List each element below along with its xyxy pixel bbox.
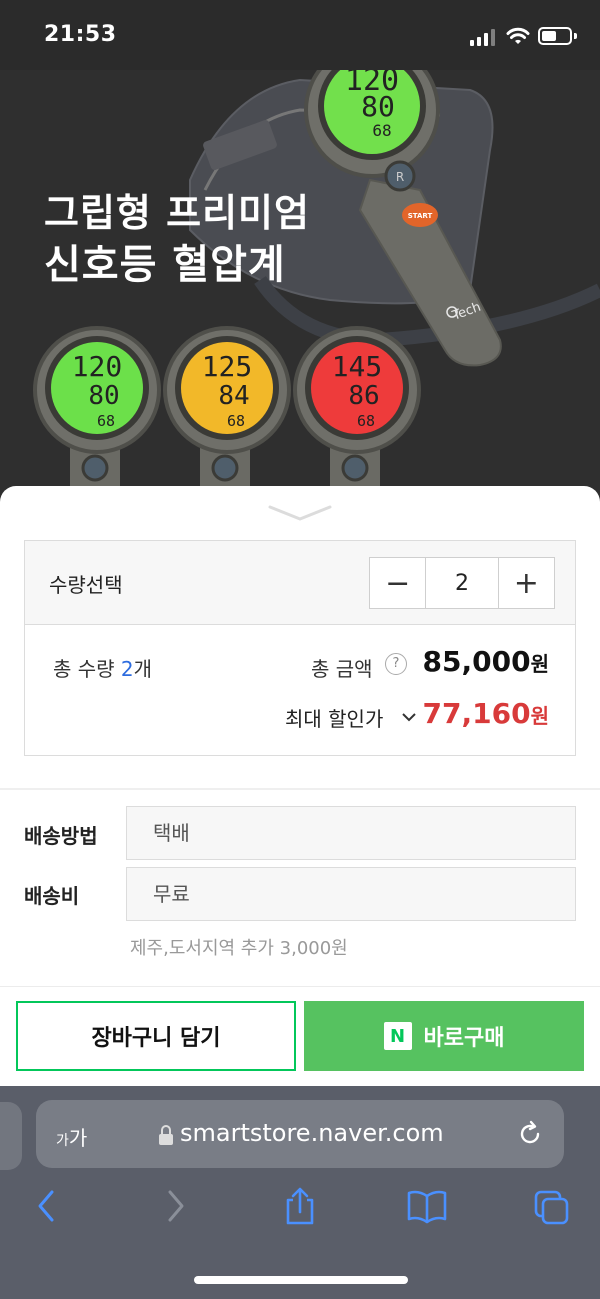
naver-n-icon: N — [383, 1022, 412, 1050]
total-quantity-prefix: 총 수량 — [53, 657, 121, 681]
quantity-minus-button[interactable]: − — [370, 558, 425, 608]
quantity-label: 수량선택 — [49, 573, 123, 597]
display-green-pulse: 68 — [97, 412, 115, 430]
share-icon[interactable] — [282, 1186, 318, 1226]
display-green-sys: 120 — [72, 350, 123, 383]
back-icon[interactable] — [28, 1186, 64, 1226]
display-red-pulse: 68 — [357, 412, 375, 430]
quantity-row: 수량선택 − 2 + — [25, 541, 575, 625]
reload-icon[interactable] — [516, 1120, 544, 1148]
home-indicator — [194, 1276, 408, 1284]
display-red-dia: 86 — [348, 381, 379, 411]
section-divider — [0, 788, 600, 790]
buy-now-label: 바로구매 — [423, 1026, 505, 1051]
cellular-signal-icon — [470, 28, 496, 46]
text-size-large: 가 — [68, 1126, 88, 1150]
shipping-fee-field: 무료 — [126, 867, 576, 921]
shipping-note: 제주,도서지역 추가 3,000원 — [130, 938, 348, 959]
main-display-dia: 80 — [361, 90, 395, 123]
total-quantity-suffix: 개 — [133, 657, 153, 681]
quantity-plus-button[interactable]: + — [499, 558, 554, 608]
display-red-sys: 145 — [332, 350, 383, 383]
forward-icon[interactable] — [158, 1186, 194, 1226]
display-green: 120 80 68 — [33, 326, 161, 500]
help-icon[interactable]: ? — [385, 653, 407, 675]
max-discount-label[interactable]: 최대 할인가 — [285, 703, 383, 732]
product-banner-image: 120 80 68 R START Tech 120 80 68 125 84 … — [0, 70, 600, 500]
display-yellow-sys: 125 — [202, 350, 253, 383]
main-display-pulse: 68 — [372, 121, 391, 140]
action-bar: 장바구니 담기 N 바로구매 — [0, 986, 600, 1086]
quantity-summary-box: 수량선택 − 2 + 총 수량 2개 총 금액 ? 85,000원 최대 할인가… — [24, 540, 576, 756]
previous-tab-peek[interactable] — [0, 1102, 22, 1170]
shipping-method-field: 택배 — [126, 806, 576, 860]
total-amount-label: 총 금액 — [311, 657, 373, 681]
collapse-chevron-icon[interactable] — [268, 504, 332, 522]
banner-headline-line1: 그립형 프리미엄 — [44, 191, 310, 235]
address-bar[interactable]: 가가 smartstore.naver.com — [36, 1100, 564, 1168]
device-start-label: START — [408, 212, 433, 220]
status-time: 21:53 — [44, 22, 117, 47]
chevron-down-icon[interactable] — [401, 711, 417, 723]
purchase-option-sheet: 수량선택 − 2 + 총 수량 2개 총 금액 ? 85,000원 최대 할인가… — [0, 486, 600, 1086]
lock-icon — [159, 1125, 173, 1145]
banner-headline-line2: 신호등 혈압계 — [44, 242, 286, 288]
quantity-value[interactable]: 2 — [425, 558, 499, 608]
display-green-dia: 80 — [88, 381, 119, 411]
discount-price-value: 77,160 — [422, 697, 531, 730]
bookmarks-icon[interactable] — [406, 1186, 448, 1226]
tabs-icon[interactable] — [534, 1186, 570, 1226]
battery-tip — [574, 33, 577, 39]
total-amount-currency: 원 — [530, 652, 549, 676]
display-yellow: 125 84 68 — [163, 326, 291, 500]
browser-chrome: 가가 smartstore.naver.com — [0, 1086, 600, 1299]
display-red: 145 86 68 — [293, 326, 421, 500]
add-to-cart-label: 장바구니 담기 — [91, 1026, 221, 1051]
quantity-stepper: − 2 + — [369, 557, 555, 609]
shipping-method-label: 배송방법 — [24, 824, 98, 848]
display-yellow-pulse: 68 — [227, 412, 245, 430]
buy-now-button[interactable]: N 바로구매 — [304, 1001, 584, 1071]
device-r-button-label: R — [396, 170, 404, 184]
discount-price: 77,160원 — [423, 697, 549, 730]
browser-toolbar — [0, 1182, 600, 1242]
total-quantity-value: 2 — [120, 657, 134, 681]
total-amount: 85,000원 — [423, 645, 549, 678]
text-size-button[interactable]: 가가 — [56, 1122, 87, 1151]
shipping-fee-label: 배송비 — [24, 884, 80, 908]
url-text: smartstore.naver.com — [180, 1119, 444, 1147]
status-bar: 21:53 — [0, 0, 600, 72]
total-amount-value: 85,000 — [422, 645, 531, 678]
add-to-cart-button[interactable]: 장바구니 담기 — [16, 1001, 296, 1071]
wifi-icon — [506, 27, 530, 44]
total-quantity: 총 수량 2개 — [53, 653, 152, 682]
discount-price-currency: 원 — [530, 704, 549, 728]
text-size-small: 가 — [56, 1133, 69, 1149]
battery-icon — [538, 27, 572, 45]
display-yellow-dia: 84 — [218, 381, 249, 411]
